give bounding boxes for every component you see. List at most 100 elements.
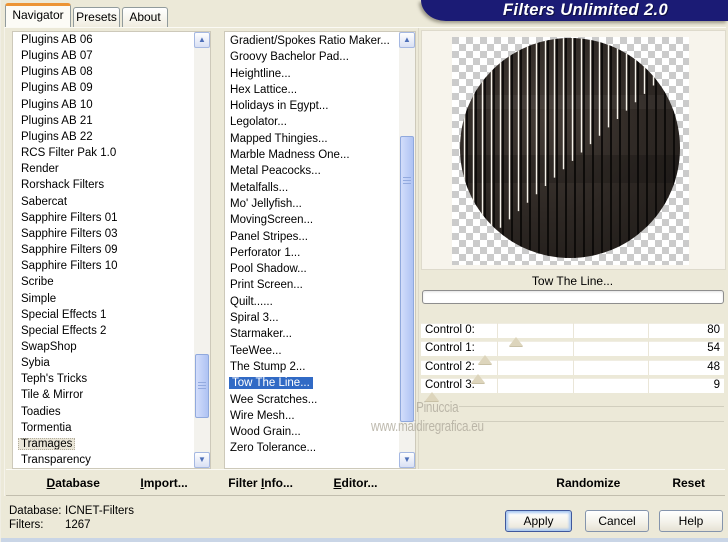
toolbar-import----button[interactable]: Import... [140, 476, 187, 490]
category-scrollbar[interactable]: ▲ ▼ [194, 32, 210, 468]
cancel-button[interactable]: Cancel [585, 510, 649, 532]
list-item[interactable]: Sabercat [13, 194, 210, 210]
list-item[interactable]: Sapphire Filters 01 [13, 210, 210, 226]
list-item[interactable]: Special Effects 2 [13, 323, 210, 339]
scroll-thumb[interactable] [195, 354, 209, 418]
list-item[interactable]: Plugins AB 21 [13, 113, 210, 129]
list-item[interactable]: Marble Madness One... [225, 147, 415, 163]
apply-button[interactable]: Apply [505, 510, 572, 532]
slider-track[interactable]: Control 1: 54 [421, 341, 724, 365]
slider-handle-icon[interactable] [424, 392, 439, 402]
list-item[interactable]: Sapphire Filters 10 [13, 258, 210, 274]
slider-track[interactable]: Control 0: 80 [421, 323, 724, 346]
toolbar-filter-info----button[interactable]: Filter Info... [228, 476, 293, 490]
list-item[interactable]: Plugins AB 22 [13, 129, 210, 145]
list-item[interactable]: Zero Tolerance... [225, 440, 415, 456]
list-item[interactable]: Wire Mesh... [225, 408, 415, 424]
list-item[interactable]: Legolator... [225, 114, 415, 130]
scroll-down-icon[interactable]: ▼ [399, 452, 415, 468]
list-item[interactable]: Metal Peacocks... [225, 163, 415, 179]
list-item[interactable]: Scribe [13, 274, 210, 290]
control-label: Control 2: [425, 360, 475, 373]
tick-mark [496, 323, 498, 338]
list-item[interactable]: Starmaker... [225, 326, 415, 342]
filter-scrollbar[interactable]: ▲ ▼ [399, 32, 415, 468]
list-item[interactable]: MovingScreen... [225, 212, 415, 228]
scroll-up-icon[interactable]: ▲ [399, 32, 415, 48]
database-label: Database: [9, 505, 62, 517]
list-item[interactable]: Plugins AB 09 [13, 80, 210, 96]
list-item[interactable]: Toadies [13, 404, 210, 420]
list-item[interactable]: Quilt...... [225, 294, 415, 310]
scroll-up-icon[interactable]: ▲ [194, 32, 210, 48]
list-item[interactable]: Transparency [13, 452, 210, 468]
toolbar-randomize-button[interactable]: Randomize [556, 476, 620, 490]
list-item[interactable]: Plugins AB 08 [13, 64, 210, 80]
slider-handle-icon[interactable] [478, 355, 493, 365]
navigator-page: Plugins AB 06 Plugins AB 07 Plugins AB 08 P… [4, 27, 726, 496]
list-item[interactable]: Tow The Line... [225, 375, 415, 391]
list-item[interactable]: TeeWee... [225, 343, 415, 359]
list-item[interactable]: Panel Stripes... [225, 229, 415, 245]
selected-list-item[interactable]: Tramages [18, 437, 76, 450]
list-item[interactable]: Tramages [13, 436, 210, 452]
toolbar-reset-button[interactable]: Reset [672, 476, 705, 490]
list-item[interactable]: Holidays in Egypt... [225, 98, 415, 114]
filter-listbox[interactable]: Gradient/Spokes Ratio Maker... Groovy Bac… [224, 31, 416, 469]
control-label: Control 1: [425, 342, 475, 355]
tick-mark [572, 359, 574, 375]
slider-track[interactable]: Control 2: 48 [421, 359, 724, 383]
list-item[interactable]: Render [13, 161, 210, 177]
control-value: 9 [713, 379, 720, 392]
filters-unlimited-dialog: Filters Unlimited 2.0 Navigator Presets Ab… [0, 0, 728, 542]
list-item[interactable]: Special Effects 1 [13, 307, 210, 323]
list-item[interactable]: The Stump 2... [225, 359, 415, 375]
list-item[interactable]: Pool Shadow... [225, 261, 415, 277]
category-listbox[interactable]: Plugins AB 06 Plugins AB 07 Plugins AB 08 P… [12, 31, 211, 469]
list-item[interactable]: Plugins AB 06 [13, 32, 210, 48]
list-item[interactable]: Print Screen... [225, 277, 415, 293]
tab-navigator[interactable]: Navigator [5, 3, 71, 27]
slider-handle-icon[interactable] [509, 337, 524, 346]
list-item[interactable]: Spiral 3... [225, 310, 415, 326]
filter-rows: Gradient/Spokes Ratio Maker... Groovy Bac… [225, 32, 415, 457]
list-item[interactable]: SwapShop [13, 339, 210, 355]
list-item[interactable]: Sapphire Filters 09 [13, 242, 210, 258]
list-item[interactable]: Metalfalls... [225, 180, 415, 196]
slider-handle-icon[interactable] [470, 373, 485, 383]
thumb-grip-icon [403, 177, 411, 185]
list-item[interactable]: Plugins AB 07 [13, 48, 210, 64]
selected-list-item[interactable]: Tow The Line... [229, 377, 313, 390]
list-item[interactable]: Wee Scratches... [225, 392, 415, 408]
list-item[interactable]: Wood Grain... [225, 424, 415, 440]
list-item[interactable]: Mapped Thingies... [225, 131, 415, 147]
list-item[interactable]: Plugins AB 10 [13, 97, 210, 113]
list-item[interactable]: Gradient/Spokes Ratio Maker... [225, 33, 415, 49]
list-item[interactable]: Tormentia [13, 420, 210, 436]
list-item[interactable]: Rorshack Filters [13, 177, 210, 193]
control-value: 80 [707, 324, 720, 336]
tab-presets[interactable]: Presets [73, 7, 120, 27]
list-item[interactable]: Groovy Bachelor Pad... [225, 49, 415, 65]
scroll-down-icon[interactable]: ▼ [194, 452, 210, 468]
list-item[interactable]: Perforator 1... [225, 245, 415, 261]
selected-filter-caption: Tow The Line... [531, 274, 614, 288]
list-item[interactable]: Sybia [13, 355, 210, 371]
list-item[interactable]: Hex Lattice... [225, 82, 415, 98]
control-label: Control 0: [425, 324, 475, 336]
toolbar-database-button[interactable]: Database [47, 476, 100, 490]
scroll-thumb[interactable] [400, 136, 414, 422]
slider-track[interactable]: Control 3: 9 [421, 378, 724, 402]
list-item[interactable]: Heightline... [225, 66, 415, 82]
list-item[interactable]: Simple [13, 291, 210, 307]
help-button[interactable]: Help [659, 510, 723, 532]
toolbar-editor----button[interactable]: Editor... [333, 476, 377, 490]
filters-label: Filters: [9, 519, 44, 531]
list-item[interactable]: Teph's Tricks [13, 371, 210, 387]
list-item[interactable]: Sapphire Filters 03 [13, 226, 210, 242]
filter-controls: Control 0: 80 Control 1: 54 Control 2: 48 Cont… [421, 323, 724, 402]
list-item[interactable]: Tile & Mirror [13, 387, 210, 403]
tab-about[interactable]: About [122, 7, 168, 27]
list-item[interactable]: Mo' Jellyfish... [225, 196, 415, 212]
list-item[interactable]: RCS Filter Pak 1.0 [13, 145, 210, 161]
